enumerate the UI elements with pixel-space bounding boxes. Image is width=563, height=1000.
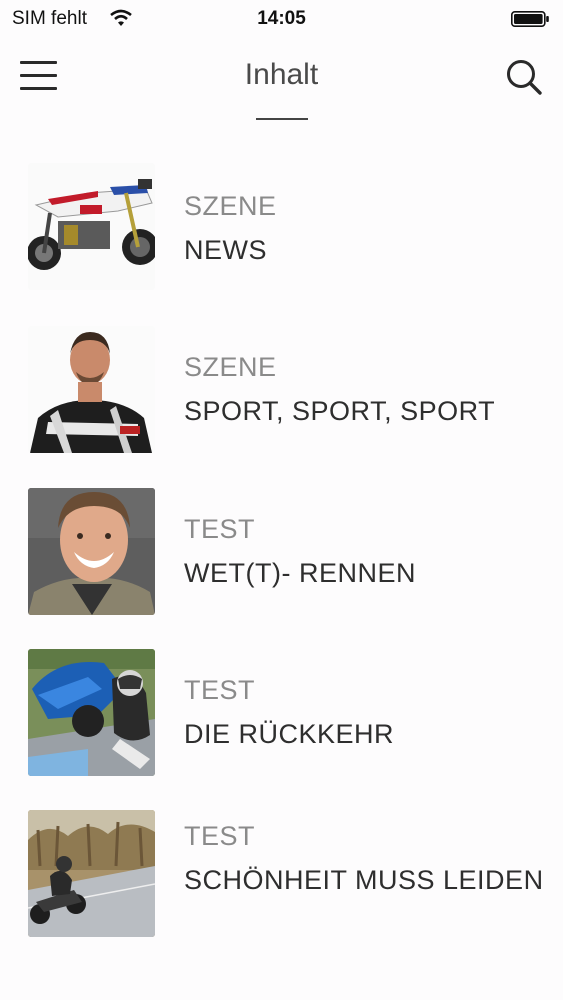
list-item[interactable]: SZENE NEWS <box>0 163 563 305</box>
item-title: NEWS <box>184 235 267 265</box>
item-category: TEST <box>184 675 256 705</box>
battery-icon <box>511 11 549 27</box>
item-category: TEST <box>184 821 256 851</box>
list-item[interactable]: SZENE SPORT, SPORT, SPORT <box>0 326 563 466</box>
item-title: SCHÖNHEIT MUSS LEIDEN <box>184 865 544 895</box>
list-item[interactable]: TEST DIE RÜCKKEHR <box>0 649 563 789</box>
clock: 14:05 <box>257 8 306 29</box>
road-ride-thumbnail <box>28 810 155 937</box>
item-category: SZENE <box>184 191 277 221</box>
search-icon <box>507 60 542 95</box>
nav-bar: Inhalt <box>0 40 563 130</box>
man-portrait-thumbnail <box>28 488 155 615</box>
list-item[interactable]: TEST WET(T)- RENNEN <box>0 488 563 628</box>
search-button[interactable] <box>502 55 546 99</box>
item-category: TEST <box>184 514 256 544</box>
item-title: WET(T)- RENNEN <box>184 558 416 588</box>
item-title: DIE RÜCKKEHR <box>184 719 395 749</box>
motorcycle-thumbnail <box>28 163 155 290</box>
list-item[interactable]: TEST SCHÖNHEIT MUSS LEIDEN <box>0 810 563 950</box>
item-title: SPORT, SPORT, SPORT <box>184 396 496 426</box>
title-underline <box>256 118 308 120</box>
race-bike-thumbnail <box>28 649 155 776</box>
rider-portrait-thumbnail <box>28 326 155 453</box>
item-category: SZENE <box>184 352 277 382</box>
status-bar: SIM fehlt 14:05 <box>0 0 563 40</box>
page-title: Inhalt <box>244 58 319 91</box>
